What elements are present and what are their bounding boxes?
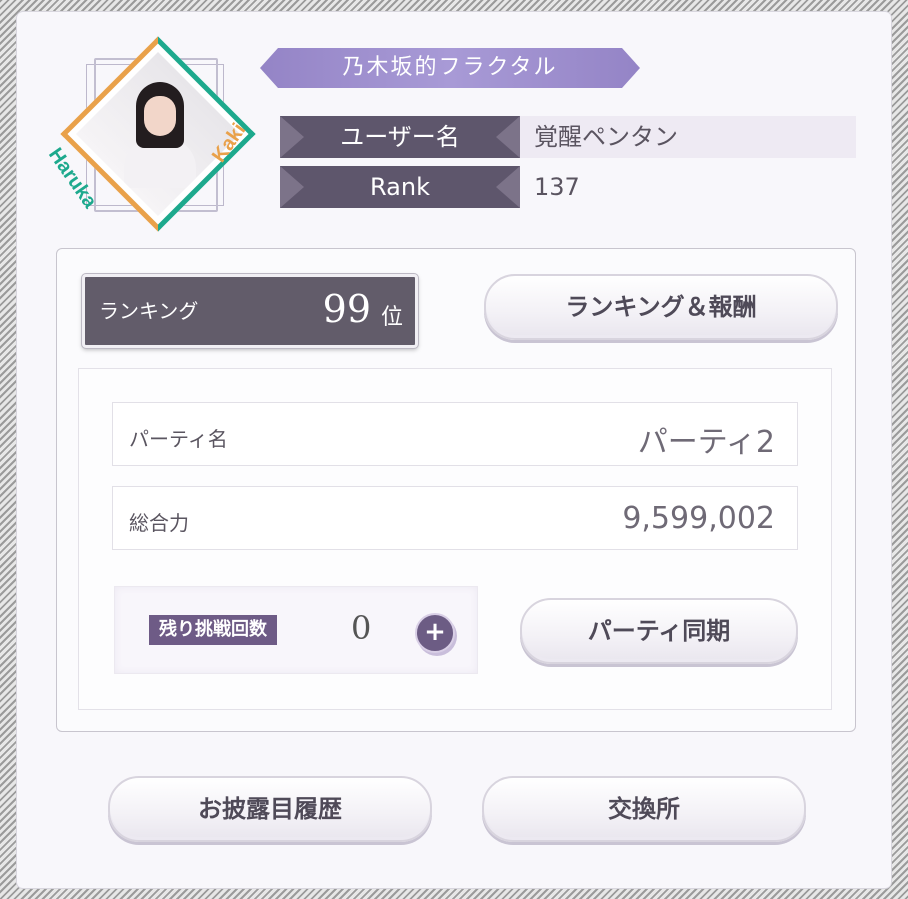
party-name-field: パーティ名 パーティ2 xyxy=(112,402,798,466)
member-portrait[interactable]: Haruka Kaki xyxy=(44,36,256,232)
ranking-label: ランキング xyxy=(99,299,199,323)
party-name-label: パーティ名 xyxy=(129,427,228,451)
exchange-button[interactable]: 交換所 xyxy=(482,776,806,842)
username-value: 覚醒ペンタン xyxy=(520,116,856,158)
total-power-label: 総合力 xyxy=(129,511,189,535)
username-label: ユーザー名 xyxy=(340,123,460,151)
member-photo xyxy=(100,76,216,192)
ranking-rewards-button[interactable]: ランキング＆報酬 xyxy=(484,274,838,340)
rank-value: 137 xyxy=(534,173,580,201)
party-sync-button[interactable]: パーティ同期 xyxy=(520,598,798,664)
total-power-value: 9,599,002 xyxy=(622,501,775,536)
rank-label: Rank xyxy=(370,173,430,201)
remaining-challenges-label: 残り挑戦回数 xyxy=(149,615,277,645)
plus-icon[interactable]: + xyxy=(415,613,455,653)
total-power-field: 総合力 9,599,002 xyxy=(112,486,798,550)
title-banner-text: 乃木坂的フラクタル xyxy=(342,55,558,80)
party-name-value: パーティ2 xyxy=(637,425,775,460)
debut-history-button[interactable]: お披露目履歴 xyxy=(108,776,432,842)
remaining-challenges: 残り挑戦回数 0 + xyxy=(114,586,478,674)
rank-label-box: Rank xyxy=(280,166,520,208)
ranking-unit: 位 xyxy=(380,305,403,330)
remaining-challenges-count: 0 xyxy=(351,609,372,647)
ranking-position: 99 xyxy=(322,287,371,331)
username-label-box: ユーザー名 xyxy=(280,116,520,158)
title-banner: 乃木坂的フラクタル xyxy=(260,48,640,88)
ranking-display: ランキング 99 位 xyxy=(81,273,419,349)
